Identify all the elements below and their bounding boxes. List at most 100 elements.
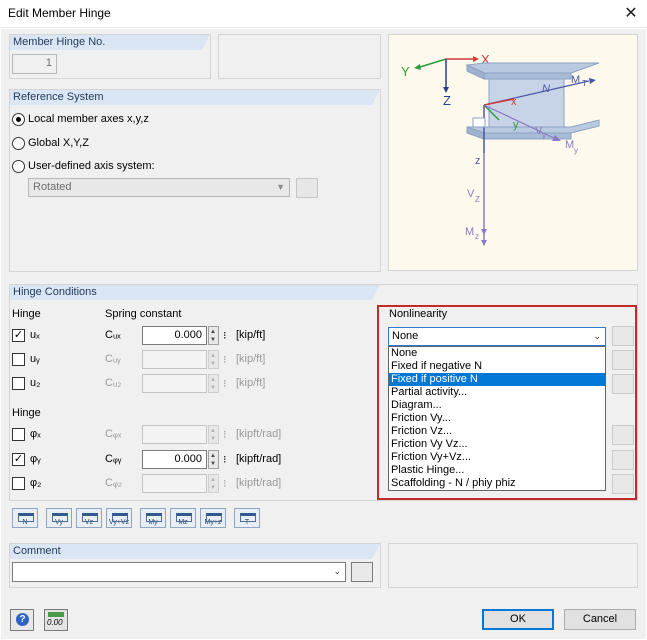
- comment-library-button[interactable]: [351, 562, 373, 582]
- label-n: N: [542, 83, 550, 95]
- hinge-phiy-symbol: φᵧ: [30, 453, 41, 465]
- spring-cux-symbol: Cᵤₓ: [105, 329, 121, 341]
- hinge-rotation-label: Hinge: [12, 407, 41, 419]
- spring-cphiz-unit: [kipft/rad]: [236, 477, 282, 489]
- spring-cphiy-stepper[interactable]: ▲ ▼: [208, 450, 219, 469]
- hinge-label: Hinge: [12, 308, 41, 320]
- label-vy-sub: y: [542, 131, 546, 140]
- ok-button[interactable]: OK: [482, 609, 554, 630]
- hinge-vz-button[interactable]: Vz: [76, 508, 102, 528]
- spring-cuy-input: [142, 350, 207, 369]
- help-icon: ?: [16, 613, 29, 626]
- hinge-vy-vz-button[interactable]: Vy+Vz: [106, 508, 132, 528]
- spring-cphiz-stepper: ▲ ▼: [208, 474, 219, 493]
- edit-axis-system-button: [296, 178, 318, 198]
- hinge-phix-symbol: φₓ: [30, 428, 41, 440]
- spring-cux-picker[interactable]: ⁝: [223, 329, 227, 342]
- hinge-ux-symbol: uₓ: [30, 329, 40, 341]
- hinge-torsion-button[interactable]: T: [234, 508, 260, 528]
- radio-local-axes[interactable]: [12, 113, 25, 126]
- spring-cphiy-input[interactable]: 0.000: [142, 450, 207, 469]
- label-vz-sub: Z: [475, 195, 480, 204]
- axis-system-value: Rotated: [33, 181, 72, 193]
- spring-cuz-unit: [kip/ft]: [236, 377, 266, 389]
- units-icon: [48, 612, 64, 617]
- spring-cuy-picker: ⁝: [223, 354, 227, 366]
- hinge-my-mz-button[interactable]: My+z: [200, 508, 226, 528]
- member-hinge-header: Member Hinge No.: [10, 35, 210, 50]
- hinge-phiz-checkbox[interactable]: [12, 477, 25, 490]
- hinge-vy-button[interactable]: Vy: [46, 508, 72, 528]
- hinge-mz-button[interactable]: Mz: [170, 508, 196, 528]
- spring-cuz-stepper: ▲ ▼: [208, 374, 219, 393]
- hinge-marker: [472, 117, 486, 128]
- chevron-down-icon: ▼: [276, 182, 285, 192]
- close-icon[interactable]: ✕: [615, 0, 647, 28]
- spring-cuz-symbol: Cᵤ₂: [105, 377, 122, 389]
- spring-cuz-input: [142, 374, 207, 393]
- label-local-y: y: [513, 119, 519, 131]
- help-button[interactable]: ?: [10, 609, 34, 631]
- spring-cux-stepper[interactable]: ▲ ▼: [208, 326, 219, 345]
- comment-header: Comment: [10, 544, 380, 559]
- hinge-uy-checkbox[interactable]: [12, 353, 25, 366]
- hinge-uy-symbol: uᵧ: [30, 353, 40, 365]
- axis-system-select: Rotated ▼: [28, 178, 290, 197]
- spring-cphiy-symbol: Cᵩᵧ: [105, 453, 122, 465]
- chevron-down-icon: ⌄: [333, 566, 341, 576]
- spring-cphix-input: [142, 425, 207, 444]
- radio-global-axes-label: Global X,Y,Z: [28, 137, 89, 149]
- label-my-sub: y: [574, 146, 578, 155]
- spring-cphiz-picker: ⁝: [223, 478, 227, 490]
- radio-user-defined-axes-label: User-defined axis system:: [28, 160, 155, 172]
- comment-input[interactable]: ⌄: [12, 562, 346, 582]
- radio-user-defined-axes[interactable]: [12, 160, 25, 173]
- title-bar: Edit Member Hinge ✕: [0, 0, 647, 28]
- units-label: 0.00: [47, 618, 63, 627]
- global-y-label: Y: [401, 64, 410, 79]
- spring-cuz-picker: ⁝: [223, 378, 227, 390]
- nonlinearity-highlight-frame: [377, 305, 637, 500]
- label-mz: M: [465, 226, 474, 238]
- label-mz-sub: z: [475, 232, 479, 241]
- spring-cphiy-picker[interactable]: ⁝: [223, 453, 227, 466]
- hinge-phix-checkbox[interactable]: [12, 428, 25, 441]
- hinge-phiy-checkbox[interactable]: ✓: [12, 453, 25, 466]
- spring-cux-input[interactable]: 0.000: [142, 326, 207, 345]
- spring-cphiy-unit: [kipft/rad]: [236, 453, 282, 465]
- hinge-n-button[interactable]: N: [12, 508, 38, 528]
- hinge-uz-symbol: u₂: [30, 377, 41, 389]
- label-local-x: x: [511, 96, 517, 108]
- spring-constant-label: Spring constant: [105, 308, 182, 320]
- axis-diagram-svg: X Y Z N M T x y z V y M y V Z M z: [401, 52, 600, 246]
- member-hinge-number: 1: [12, 54, 57, 74]
- spring-cuy-stepper: ▲ ▼: [208, 350, 219, 369]
- hinge-my-button[interactable]: My: [140, 508, 166, 528]
- hinge-axis-diagram: X Y Z N M T x y z V y M y V Z M z: [388, 34, 638, 271]
- comment-info-panel: [388, 543, 638, 588]
- global-y-axis: [419, 58, 447, 68]
- spring-cuy-unit: [kip/ft]: [236, 353, 266, 365]
- spring-cphix-symbol: Cᵩₓ: [105, 428, 122, 440]
- spring-cphix-picker: ⁝: [223, 429, 227, 441]
- hinge-uz-checkbox[interactable]: [12, 377, 25, 390]
- spring-cphix-unit: [kipft/rad]: [236, 428, 282, 440]
- member-hinge-info-panel: [218, 34, 381, 79]
- spring-cphiz-input: [142, 474, 207, 493]
- units-button[interactable]: 0.00: [44, 609, 68, 631]
- label-local-z: z: [475, 155, 481, 167]
- label-vz: V: [467, 188, 475, 200]
- radio-local-axes-label: Local member axes x,y,z: [28, 113, 149, 125]
- cancel-button[interactable]: Cancel: [564, 609, 636, 630]
- hinge-ux-checkbox[interactable]: ✓: [12, 329, 25, 342]
- reference-system-header: Reference System: [10, 90, 380, 105]
- hinge-conditions-header: Hinge Conditions: [10, 285, 380, 300]
- spring-cux-unit: [kip/ft]: [236, 329, 266, 341]
- window-title: Edit Member Hinge: [8, 6, 111, 20]
- spring-cuy-symbol: Cᵤᵧ: [105, 353, 121, 365]
- spring-cphiz-symbol: Cᵩ₂: [105, 477, 123, 489]
- member-hinge-panel: Member Hinge No. 1: [9, 34, 211, 79]
- label-my: M: [565, 139, 574, 151]
- label-mt: M: [571, 74, 580, 86]
- radio-global-axes[interactable]: [12, 137, 25, 150]
